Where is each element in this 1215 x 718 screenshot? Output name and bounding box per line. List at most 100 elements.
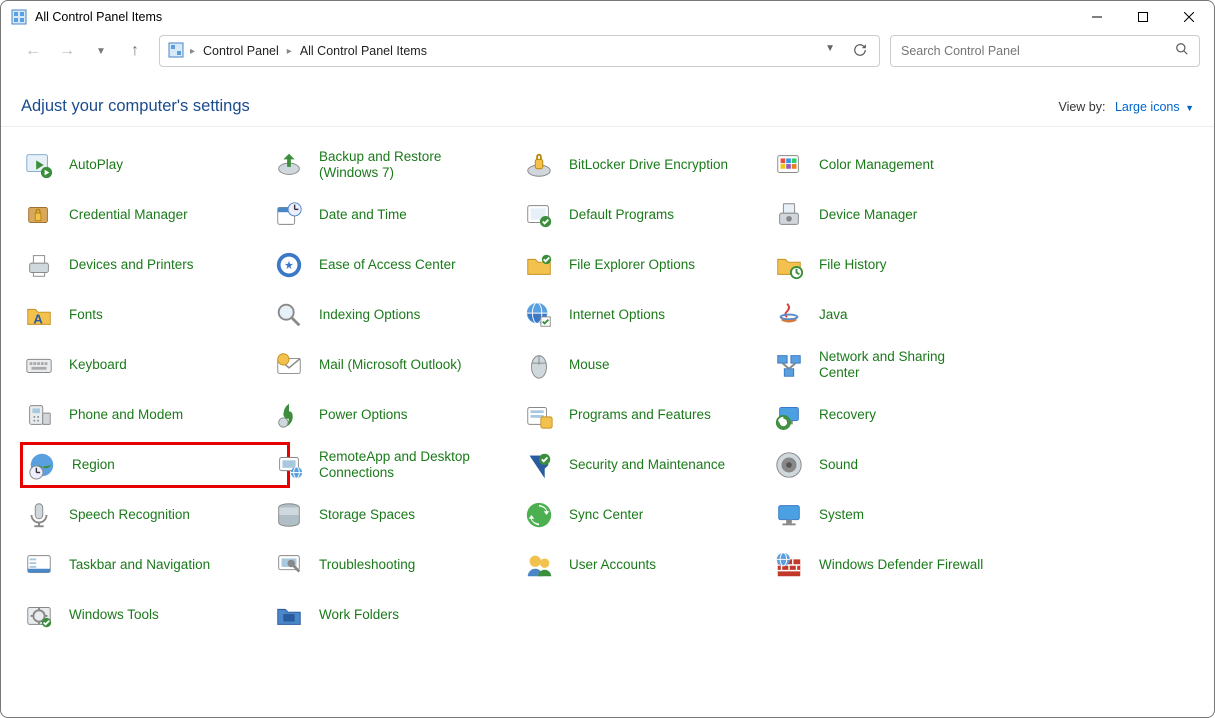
items-grid: AutoPlay Backup and Restore (Windows 7)Bi… bbox=[1, 127, 1214, 631]
cp-item-label: Sound bbox=[819, 457, 858, 473]
cp-item-label: Devices and Printers bbox=[69, 257, 194, 273]
cp-item-backup-and-restore-windows-7[interactable]: Backup and Restore (Windows 7) bbox=[273, 149, 523, 181]
cp-item-default-programs[interactable]: Default Programs bbox=[523, 199, 773, 231]
cp-item-sound[interactable]: Sound bbox=[773, 449, 1023, 481]
cp-item-devices-and-printers[interactable]: Devices and Printers bbox=[23, 249, 273, 281]
cp-item-power-options[interactable]: Power Options bbox=[273, 399, 523, 431]
cp-item-label: RemoteApp and Desktop Connections bbox=[319, 449, 489, 481]
credential-icon bbox=[23, 199, 55, 231]
cp-item-date-and-time[interactable]: Date and Time bbox=[273, 199, 523, 231]
keyboard-icon bbox=[23, 349, 55, 381]
cp-item-taskbar-and-navigation[interactable]: Taskbar and Navigation bbox=[23, 549, 273, 581]
firewall-icon bbox=[773, 549, 805, 581]
troubleshoot-icon bbox=[273, 549, 305, 581]
breadcrumb-root[interactable]: Control Panel bbox=[197, 44, 285, 58]
refresh-icon[interactable] bbox=[853, 43, 867, 60]
cp-item-label: Sync Center bbox=[569, 507, 643, 523]
chevron-down-icon: ▼ bbox=[1185, 103, 1194, 113]
cp-item-credential-manager[interactable]: Credential Manager bbox=[23, 199, 273, 231]
cp-item-label: Keyboard bbox=[69, 357, 127, 373]
cp-item-java[interactable]: Java bbox=[773, 299, 1023, 331]
cp-item-autoplay[interactable]: AutoPlay bbox=[23, 149, 273, 181]
back-button[interactable]: ← bbox=[25, 42, 41, 60]
cp-item-keyboard[interactable]: Keyboard bbox=[23, 349, 273, 381]
chevron-down-icon[interactable]: ▼ bbox=[825, 43, 835, 60]
cp-item-security-and-maintenance[interactable]: Security and Maintenance bbox=[523, 449, 773, 481]
cp-item-label: Java bbox=[819, 307, 848, 323]
cp-item-programs-and-features[interactable]: Programs and Features bbox=[523, 399, 773, 431]
cp-item-label: Date and Time bbox=[319, 207, 407, 223]
cp-item-label: Network and Sharing Center bbox=[819, 349, 989, 381]
mouse-icon bbox=[523, 349, 555, 381]
recent-locations-button[interactable]: ▼ bbox=[93, 46, 109, 57]
cp-item-label: Recovery bbox=[819, 407, 876, 423]
datetime-icon bbox=[273, 199, 305, 231]
devicemgr-icon bbox=[773, 199, 805, 231]
cp-item-label: AutoPlay bbox=[69, 157, 123, 173]
cp-item-region[interactable]: Region bbox=[20, 442, 290, 488]
cp-item-network-and-sharing-center[interactable]: Network and Sharing Center bbox=[773, 349, 1023, 381]
cp-item-device-manager[interactable]: Device Manager bbox=[773, 199, 1023, 231]
forward-button[interactable]: → bbox=[59, 42, 75, 60]
cp-item-file-history[interactable]: File History bbox=[773, 249, 1023, 281]
cp-item-windows-tools[interactable]: Windows Tools bbox=[23, 599, 273, 631]
up-button[interactable]: ↑ bbox=[127, 42, 143, 60]
region-icon bbox=[26, 449, 58, 481]
cp-item-label: Power Options bbox=[319, 407, 408, 423]
cp-item-label: Storage Spaces bbox=[319, 507, 415, 523]
remoteapp-icon bbox=[273, 449, 305, 481]
cp-item-label: Fonts bbox=[69, 307, 103, 323]
cp-item-mouse[interactable]: Mouse bbox=[523, 349, 773, 381]
cp-item-storage-spaces[interactable]: Storage Spaces bbox=[273, 499, 523, 531]
cp-item-indexing-options[interactable]: Indexing Options bbox=[273, 299, 523, 331]
cp-item-internet-options[interactable]: Internet Options bbox=[523, 299, 773, 331]
cp-item-label: System bbox=[819, 507, 864, 523]
window-title: All Control Panel Items bbox=[35, 10, 162, 24]
search-icon[interactable] bbox=[1175, 42, 1189, 61]
power-icon bbox=[273, 399, 305, 431]
cp-item-label: Color Management bbox=[819, 157, 934, 173]
breadcrumb-leaf[interactable]: All Control Panel Items bbox=[294, 44, 433, 58]
cp-item-label: Mail (Microsoft Outlook) bbox=[319, 357, 462, 373]
maximize-button[interactable] bbox=[1120, 1, 1166, 33]
java-icon bbox=[773, 299, 805, 331]
inetopts-icon bbox=[523, 299, 555, 331]
header-row: Adjust your computer's settings View by:… bbox=[1, 69, 1214, 127]
cp-item-phone-and-modem[interactable]: Phone and Modem bbox=[23, 399, 273, 431]
cp-item-remoteapp-and-desktop-connections[interactable]: RemoteApp and Desktop Connections bbox=[273, 449, 523, 481]
search-box[interactable] bbox=[890, 35, 1200, 67]
cp-item-windows-defender-firewall[interactable]: Windows Defender Firewall bbox=[773, 549, 1023, 581]
viewby-dropdown[interactable]: Large icons ▼ bbox=[1115, 100, 1194, 114]
search-input[interactable] bbox=[901, 44, 1175, 58]
cp-item-label: File History bbox=[819, 257, 887, 273]
cp-item-label: Programs and Features bbox=[569, 407, 711, 423]
fonts-icon bbox=[23, 299, 55, 331]
cp-item-recovery[interactable]: Recovery bbox=[773, 399, 1023, 431]
cp-item-label: Internet Options bbox=[569, 307, 665, 323]
cp-item-color-management[interactable]: Color Management bbox=[773, 149, 1023, 181]
controlpanel-crumb-icon bbox=[168, 42, 184, 61]
address-bar[interactable]: ▸ Control Panel ▸ All Control Panel Item… bbox=[159, 35, 880, 67]
cp-item-ease-of-access-center[interactable]: Ease of Access Center bbox=[273, 249, 523, 281]
security-icon bbox=[523, 449, 555, 481]
chevron-right-icon[interactable]: ▸ bbox=[285, 46, 294, 57]
address-row: ← → ▼ ↑ ▸ Control Panel ▸ All Control Pa… bbox=[1, 33, 1214, 69]
cp-item-file-explorer-options[interactable]: File Explorer Options bbox=[523, 249, 773, 281]
cp-item-bitlocker-drive-encryption[interactable]: BitLocker Drive Encryption bbox=[523, 149, 773, 181]
cp-item-work-folders[interactable]: Work Folders bbox=[273, 599, 523, 631]
cp-item-label: Ease of Access Center bbox=[319, 257, 456, 273]
storage-icon bbox=[273, 499, 305, 531]
cp-item-label: Default Programs bbox=[569, 207, 674, 223]
cp-item-label: Troubleshooting bbox=[319, 557, 415, 573]
cp-item-system[interactable]: System bbox=[773, 499, 1023, 531]
cp-item-sync-center[interactable]: Sync Center bbox=[523, 499, 773, 531]
page-title: Adjust your computer's settings bbox=[21, 97, 250, 116]
cp-item-user-accounts[interactable]: User Accounts bbox=[523, 549, 773, 581]
cp-item-fonts[interactable]: Fonts bbox=[23, 299, 273, 331]
cp-item-troubleshooting[interactable]: Troubleshooting bbox=[273, 549, 523, 581]
cp-item-speech-recognition[interactable]: Speech Recognition bbox=[23, 499, 273, 531]
chevron-right-icon[interactable]: ▸ bbox=[188, 46, 197, 57]
cp-item-mail-microsoft-outlook[interactable]: Mail (Microsoft Outlook) bbox=[273, 349, 523, 381]
minimize-button[interactable] bbox=[1074, 1, 1120, 33]
close-button[interactable] bbox=[1166, 1, 1212, 33]
